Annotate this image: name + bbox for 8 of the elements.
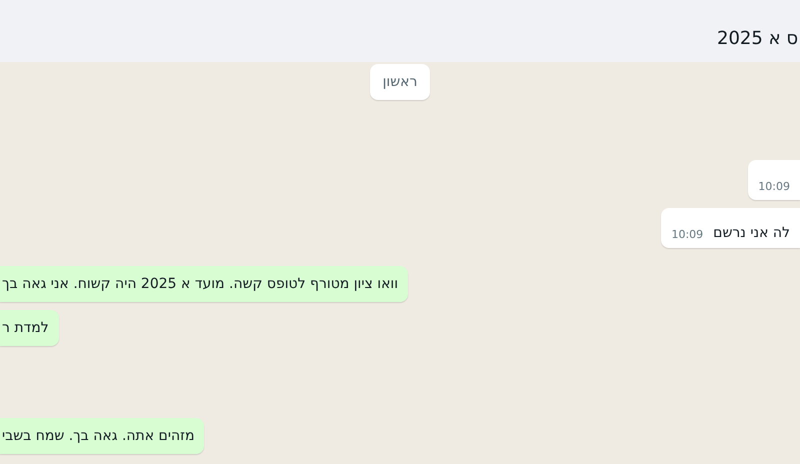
message-text: מזהים אתה. גאה בך. שמח בשבי <box>2 428 194 444</box>
message-text: לה אני נרשם <box>713 225 790 241</box>
date-chip: ראשון <box>370 64 430 100</box>
message-time: 10:09 <box>758 179 790 193</box>
chat-title: ס א 2025 <box>717 28 799 48</box>
message-text: למדת ר <box>2 320 49 336</box>
message-text: וואו ציון מטורף לטופס קשה. מועד א 2025 היה קשוח. אני גאה בך <box>2 276 398 292</box>
message-time: 10:09 <box>671 227 704 241</box>
